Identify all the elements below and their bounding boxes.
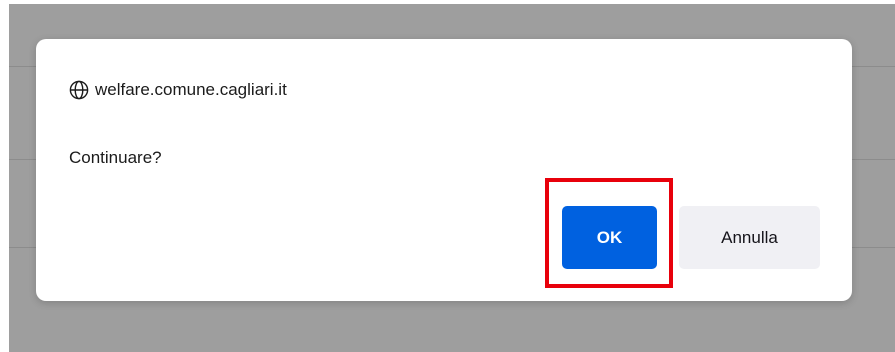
ok-button[interactable]: OK xyxy=(562,206,657,269)
confirm-dialog: welfare.comune.cagliari.it Continuare? O… xyxy=(36,39,852,301)
cancel-button[interactable]: Annulla xyxy=(679,206,820,269)
origin-domain: welfare.comune.cagliari.it xyxy=(95,80,287,99)
dialog-origin: welfare.comune.cagliari.it xyxy=(69,79,287,101)
globe-icon xyxy=(69,80,89,100)
dialog-message: Continuare? xyxy=(69,148,162,167)
